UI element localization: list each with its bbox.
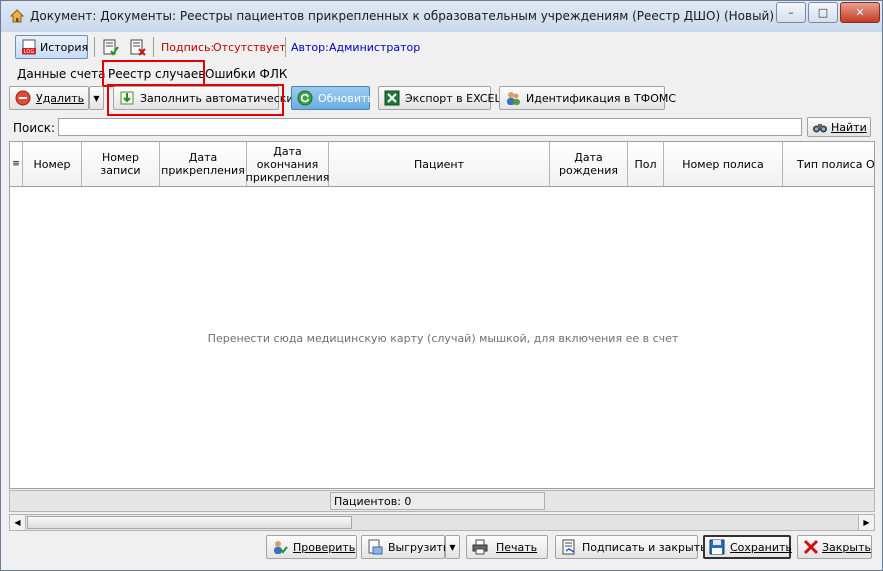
refresh-icon — [297, 90, 313, 106]
maximize-icon: □ — [817, 6, 829, 19]
upload-label: Выгрузить — [388, 540, 450, 554]
signature-value: Отсутствует — [213, 41, 286, 54]
empty-drop-message: Перенести сюда медицинскую карту (случай… — [207, 332, 679, 345]
column-header-attach-date[interactable]: Дата прикрепления — [160, 142, 247, 186]
save-icon — [709, 539, 725, 555]
users-icon — [507, 92, 520, 105]
window-title: Документ: Документы: Реестры пациентов п… — [30, 9, 775, 23]
column-header-sex[interactable]: Пол — [628, 142, 664, 186]
delete-icon — [15, 90, 31, 106]
export-excel-button[interactable]: Экспорт в EXCEL — [378, 86, 501, 110]
delete-label: Удалить — [36, 91, 85, 105]
info-bar: LOG История Подпись: Отсутствует Автор: … — [9, 35, 879, 61]
table-footer: Пациентов: 0 — [9, 490, 875, 512]
author-value: Администратор — [329, 41, 421, 54]
close-label: Закрыть — [822, 540, 871, 554]
identify-tfoms-label: Идентификация в ТФОМС — [526, 91, 677, 105]
sign-close-icon — [562, 539, 575, 555]
identify-tfoms-button[interactable]: Идентификация в ТФОМС — [499, 86, 676, 110]
scroll-left-button[interactable]: ◀ — [10, 515, 26, 530]
minimize-icon: – — [788, 6, 794, 19]
column-header-patient[interactable]: Пациент — [329, 142, 550, 186]
export-excel-label: Экспорт в EXCEL — [405, 91, 501, 105]
chevron-right-icon: ▶ — [863, 518, 870, 527]
chevron-down-icon: ▼ — [93, 93, 100, 103]
check-button[interactable]: Проверить — [266, 535, 357, 559]
search-label: Поиск: — [13, 121, 56, 135]
excel-icon — [384, 90, 400, 106]
refresh-label: Обновить — [318, 91, 374, 105]
column-header-number[interactable]: Номер — [23, 142, 82, 186]
column-header-record-number[interactable]: Номер записи — [82, 142, 160, 186]
document-window: Документ: Документы: Реестры пациентов п… — [0, 0, 883, 571]
patients-count: Пациентов: 0 — [330, 492, 545, 510]
separator — [153, 37, 154, 57]
history-button[interactable]: LOG История — [15, 35, 88, 59]
column-header-policy-number[interactable]: Номер полиса — [664, 142, 783, 186]
row-selector-header[interactable]: ≡ — [10, 142, 23, 186]
tab-flk-errors[interactable]: Ошибки ФЛК — [205, 67, 287, 81]
printer-icon — [472, 539, 488, 555]
svg-text:LOG: LOG — [24, 49, 35, 55]
close-window-icon: ✕ — [855, 6, 865, 19]
history-label: История — [40, 40, 89, 54]
list-icon: ≡ — [12, 158, 20, 169]
separator — [285, 37, 286, 57]
upload-button[interactable]: Выгрузить — [361, 535, 449, 559]
log-icon: LOG — [22, 39, 36, 55]
sign-and-close-button[interactable]: Подписать и закрыть — [555, 535, 707, 559]
refresh-button[interactable]: Обновить — [291, 86, 374, 110]
scroll-right-button[interactable]: ▶ — [858, 515, 874, 530]
tab-account-data[interactable]: Данные счета — [17, 67, 106, 81]
column-header-birth-date[interactable]: Дата рождения — [550, 142, 628, 186]
toolbar: Удалить ▼ Заполнить автоматически Обнови… — [1, 84, 882, 116]
chevron-down-icon: ▼ — [449, 542, 456, 552]
print-label: Печать — [496, 540, 538, 554]
check-label: Проверить — [293, 540, 356, 554]
upload-dropdown-button[interactable]: ▼ — [445, 535, 460, 559]
search-input[interactable] — [58, 118, 802, 136]
highlight-tab — [102, 60, 205, 87]
save-button[interactable]: Сохранить — [703, 535, 792, 559]
delete-dropdown-button[interactable]: ▼ — [89, 86, 104, 110]
column-header-policy-type[interactable]: Тип полиса ОМС — [783, 142, 874, 186]
close-button[interactable]: Закрыть — [797, 535, 872, 559]
print-button[interactable]: Печать — [466, 535, 548, 559]
binoculars-icon — [813, 124, 827, 133]
author-label: Автор: — [291, 41, 329, 54]
upload-document-icon — [368, 539, 383, 555]
cases-table[interactable]: ≡ Номер Номер записи Дата прикрепления Д… — [9, 141, 875, 489]
minimize-button[interactable]: – — [776, 2, 806, 23]
delete-button[interactable]: Удалить — [9, 86, 89, 110]
app-home-icon — [9, 9, 25, 23]
separator — [94, 37, 95, 57]
title-bar: Документ: Документы: Реестры пациентов п… — [1, 1, 882, 32]
search-bar: Поиск: Найти — [9, 117, 875, 139]
table-header: ≡ Номер Номер записи Дата прикрепления Д… — [10, 142, 874, 187]
maximize-button[interactable]: □ — [808, 2, 838, 23]
check-users-icon — [274, 541, 288, 554]
close-icon — [803, 539, 819, 555]
column-header-attach-end-date[interactable]: Дата окончания прикрепления — [246, 142, 329, 186]
highlight-autofill — [107, 84, 284, 116]
signature-label: Подпись: — [161, 41, 215, 54]
find-button[interactable]: Найти — [807, 117, 871, 137]
save-label: Сохранить — [730, 540, 792, 554]
chevron-left-icon: ◀ — [14, 518, 21, 527]
bottom-action-bar: Проверить Выгрузить ▼ Печать Подписать и… — [1, 534, 882, 564]
find-label: Найти — [831, 120, 867, 134]
sign-document-icon[interactable] — [102, 39, 120, 57]
unsign-document-icon[interactable] — [129, 39, 147, 57]
sign-and-close-label: Подписать и закрыть — [582, 540, 707, 554]
scroll-thumb[interactable] — [27, 516, 352, 529]
horizontal-scrollbar[interactable]: ◀ ▶ — [9, 514, 875, 531]
close-window-button[interactable]: ✕ — [840, 2, 880, 23]
